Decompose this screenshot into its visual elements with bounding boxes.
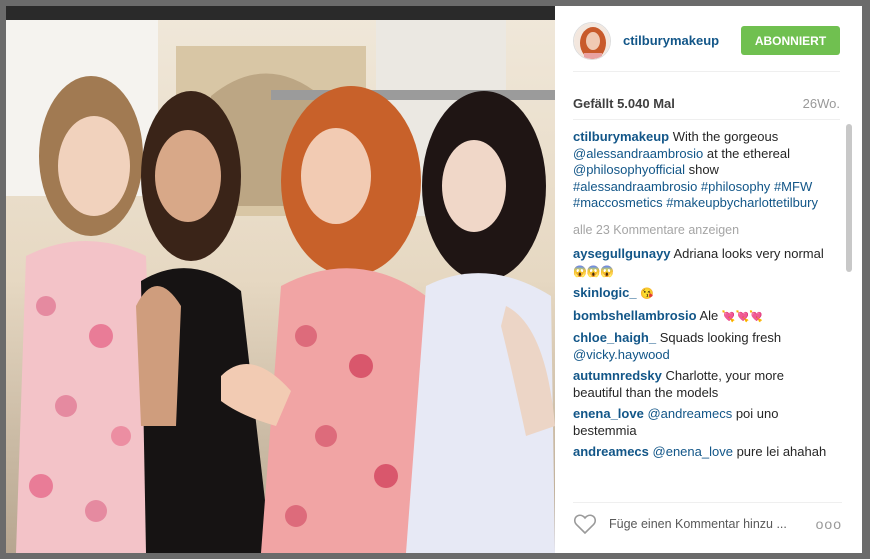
comment-item: autumnredsky Charlotte, your more beauti… bbox=[573, 368, 836, 401]
comment-username[interactable]: andreamecs bbox=[573, 444, 649, 459]
caption-username[interactable]: ctilburymakeup bbox=[573, 129, 669, 144]
post-modal: ctilburymakeup ABONNIERT Gefällt 5.040 M… bbox=[6, 6, 862, 553]
comment-text: Adriana looks very normal bbox=[673, 246, 824, 261]
caption-mention[interactable]: @alessandraambrosio bbox=[573, 146, 703, 161]
follow-button[interactable]: ABONNIERT bbox=[741, 26, 840, 55]
stats-divider bbox=[573, 119, 840, 120]
caption-hashtag[interactable]: #philosophy bbox=[701, 179, 770, 194]
post-header: ctilburymakeup ABONNIERT bbox=[573, 20, 840, 72]
more-options-icon[interactable]: ooo bbox=[816, 516, 842, 532]
comment-mention[interactable]: @vicky.haywood bbox=[573, 347, 670, 362]
comment-input[interactable] bbox=[609, 516, 816, 531]
comment-text: Squads looking fresh bbox=[659, 330, 782, 345]
caption-hashtag[interactable]: #maccosmetics bbox=[573, 195, 663, 210]
comment-list[interactable]: ctilburymakeup With the gorgeous @alessa… bbox=[573, 129, 836, 501]
comment-item: bombshellambrosio Ale 💘💘💘 bbox=[573, 308, 836, 326]
comment-item: andreamecs @enena_love pure lei ahahah bbox=[573, 444, 836, 461]
comment-item: skinlogic_ 😘 bbox=[573, 285, 836, 303]
post-caption: ctilburymakeup With the gorgeous @alessa… bbox=[573, 129, 836, 212]
post-age[interactable]: 26Wo. bbox=[803, 96, 840, 111]
post-username[interactable]: ctilburymakeup bbox=[623, 33, 741, 48]
comment-scrollbar[interactable] bbox=[846, 124, 852, 502]
caption-text: With the gorgeous bbox=[672, 129, 779, 144]
comment-username[interactable]: enena_love bbox=[573, 406, 644, 421]
caption-hashtag[interactable]: #alessandraambrosio bbox=[573, 179, 697, 194]
caption-hashtag[interactable]: #makeupbycharlottetilbury bbox=[666, 195, 818, 210]
comment-username[interactable]: aysegullgunayy bbox=[573, 246, 671, 261]
comment-mention[interactable]: @andreamecs bbox=[647, 406, 732, 421]
comment-emoji: 💘💘💘 bbox=[721, 310, 763, 323]
post-photo-illustration bbox=[6, 6, 555, 553]
post-sidebar: ctilburymakeup ABONNIERT Gefällt 5.040 M… bbox=[555, 6, 862, 553]
view-all-comments-link[interactable]: alle 23 Kommentare anzeigen bbox=[573, 222, 836, 239]
comment-mention[interactable]: @enena_love bbox=[653, 444, 733, 459]
comment-item: chloe_haigh_ Squads looking fresh @vicky… bbox=[573, 330, 836, 363]
avatar[interactable] bbox=[573, 21, 611, 60]
caption-text-2: at the ethereal bbox=[706, 145, 791, 161]
post-photo[interactable] bbox=[6, 6, 555, 553]
comment-footer: ooo bbox=[573, 502, 842, 544]
comment-text: pure lei ahahah bbox=[736, 444, 827, 459]
comment-username[interactable]: skinlogic_ bbox=[573, 285, 637, 300]
comment-item: enena_love @andreamecs poi uno bestemmia bbox=[573, 406, 836, 439]
comment-username[interactable]: chloe_haigh_ bbox=[573, 330, 656, 345]
comment-scrollbar-thumb[interactable] bbox=[846, 124, 852, 272]
caption-hashtag[interactable]: #MFW bbox=[774, 179, 812, 194]
like-heart-icon[interactable] bbox=[573, 513, 597, 535]
comment-item: aysegullgunayy Adriana looks very normal… bbox=[573, 246, 836, 280]
comment-emoji: 😱😱😱 bbox=[573, 265, 615, 278]
caption-mention-2[interactable]: @philosophyofficial bbox=[573, 162, 685, 177]
comment-username[interactable]: bombshellambrosio bbox=[573, 308, 697, 323]
avatar-image bbox=[574, 22, 610, 59]
post-stats: Gefällt 5.040 Mal 26Wo. bbox=[573, 96, 840, 111]
like-count[interactable]: Gefällt 5.040 Mal bbox=[573, 96, 675, 111]
comment-username[interactable]: autumnredsky bbox=[573, 368, 662, 383]
comment-emoji: 😘 bbox=[640, 288, 654, 300]
comment-text: Ale bbox=[699, 307, 719, 323]
caption-text-3: show bbox=[688, 162, 719, 177]
